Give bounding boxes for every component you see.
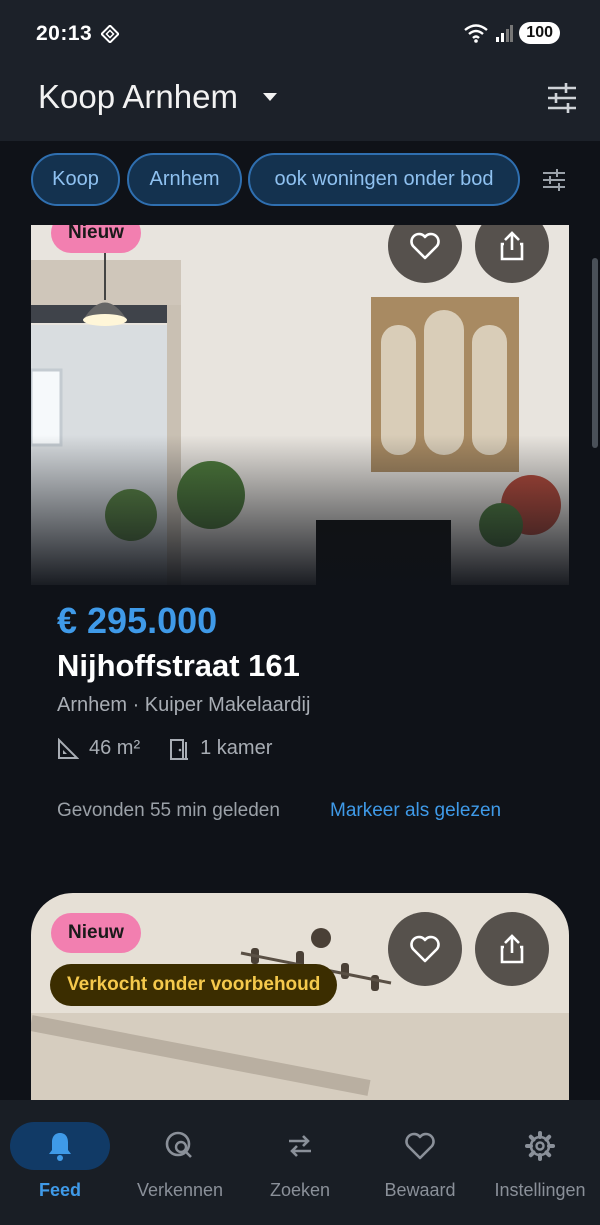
listing-card[interactable]: Nieuw Verkocht onder voorbehoud — [31, 893, 569, 1100]
nav-label: Bewaard — [384, 1180, 456, 1200]
listing-location-agent: Arnhem · Kuiper Makelaardij — [57, 694, 311, 716]
notification-diamond-icon — [101, 25, 119, 43]
filter-settings-icon[interactable] — [546, 82, 578, 114]
listing-specs: 46 m² 1 kamer — [57, 737, 300, 760]
heart-icon — [410, 232, 440, 260]
spec-rooms-label: 1 kamer — [200, 737, 273, 759]
nav-label: Feed — [38, 1180, 81, 1200]
chip-onder-bod[interactable]: ook woningen onder bod — [248, 153, 520, 206]
nav-zoeken[interactable]: Zoeken — [240, 1100, 360, 1225]
nav-icon-wrap — [130, 1122, 230, 1170]
status-badge: Verkocht onder voorbehoud — [50, 964, 338, 1006]
caret-down-icon[interactable] — [262, 92, 278, 102]
battery-indicator: 100 — [519, 22, 560, 44]
page-title[interactable]: Koop Arnhem — [38, 78, 238, 116]
door-icon — [170, 738, 189, 760]
share-icon — [500, 231, 524, 261]
ruler-triangle-icon — [58, 737, 79, 759]
spec-area: 46 m² — [57, 737, 140, 760]
heart-icon — [410, 935, 440, 963]
nav-feed-indicator — [10, 1122, 110, 1170]
new-badge: Nieuw — [51, 913, 141, 953]
bell-icon — [49, 1133, 71, 1161]
nav-icon-wrap — [370, 1122, 470, 1170]
bottom-navigation: Feed Verkennen Zoeken Bewaard Instelling… — [0, 1100, 600, 1225]
wifi-icon — [464, 24, 489, 43]
nav-icon-wrap — [250, 1122, 350, 1170]
spec-area-label: 46 m² — [89, 737, 141, 759]
gear-icon — [525, 1131, 555, 1161]
filter-settings-icon[interactable] — [542, 168, 566, 192]
chip-label: ook woningen onder bod — [274, 168, 494, 190]
new-badge: Nieuw — [51, 225, 141, 253]
nav-verkennen[interactable]: Verkennen — [120, 1100, 240, 1225]
nav-instellingen[interactable]: Instellingen — [480, 1100, 600, 1225]
listing-price: € 295.000 — [57, 600, 218, 641]
nav-label: Instellingen — [494, 1180, 586, 1200]
share-button[interactable] — [475, 912, 549, 986]
mark-as-read-link[interactable]: Markeer als gelezen — [330, 800, 501, 822]
status-indicators: 100 — [463, 22, 560, 44]
found-timestamp: Gevonden 55 min geleden — [57, 800, 280, 821]
favorite-button[interactable] — [388, 912, 462, 986]
chip-label: Arnhem — [149, 168, 220, 190]
nav-label: Verkennen — [136, 1180, 224, 1200]
chip-label: Koop — [52, 168, 99, 190]
app-bar: Koop Arnhem — [0, 64, 600, 141]
chip-arnhem[interactable]: Arnhem — [127, 153, 242, 206]
listing-photo — [31, 225, 569, 585]
scrollbar[interactable] — [592, 258, 598, 448]
search-swap-icon — [289, 1135, 311, 1157]
signal-icon — [496, 25, 514, 42]
heart-icon — [405, 1132, 435, 1160]
chip-koop[interactable]: Koop — [31, 153, 120, 206]
nav-label: Zoeken — [269, 1180, 331, 1200]
explore-icon — [165, 1131, 192, 1158]
filter-chips: Koop Arnhem ook woningen onder bod — [0, 141, 600, 225]
listing-address: Nijhoffstraat 161 — [57, 648, 300, 683]
share-icon — [500, 934, 524, 964]
status-time: 20:13 — [36, 22, 93, 45]
spec-rooms: 1 kamer — [168, 737, 272, 760]
nav-feed[interactable]: Feed — [0, 1100, 120, 1225]
nav-icon-wrap — [490, 1122, 590, 1170]
nav-bewaard[interactable]: Bewaard — [360, 1100, 480, 1225]
listing-card[interactable]: Nieuw — [31, 225, 569, 585]
photo-gradient — [31, 435, 569, 585]
status-bar: 20:13 100 — [0, 0, 600, 64]
